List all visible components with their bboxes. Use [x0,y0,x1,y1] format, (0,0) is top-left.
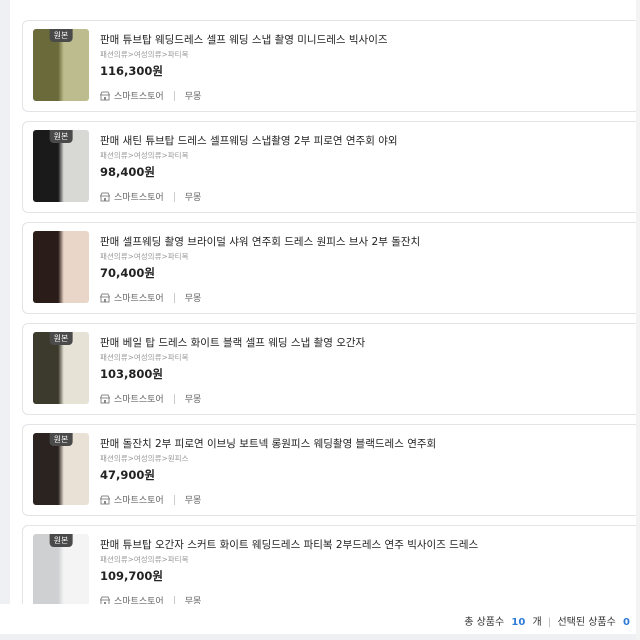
store-info: 스마트스토어 무몽 [100,89,201,102]
product-title[interactable]: 판매 베일 탑 드레스 화이트 블랙 셀프 웨딩 스냅 촬영 오간자 [100,335,365,350]
store-icon [100,91,110,100]
shipping-info: 무몽 [184,294,202,304]
product-thumbnail[interactable]: 원본 [33,534,89,606]
product-thumbnail[interactable]: 원본 [33,130,89,202]
store-info: 스마트스토어 무몽 [100,190,201,203]
original-badge: 원본 [49,433,73,446]
scrollbar[interactable] [636,0,640,640]
product-category: 패션의류>여성의류>원피스 [100,454,189,463]
product-title[interactable]: 판매 튜브탑 웨딩드레스 셀프 웨딩 스냅 촬영 미니드레스 빅사이즈 [100,32,388,47]
product-panel: 원본 판매 튜브탑 웨딩드레스 셀프 웨딩 스냅 촬영 미니드레스 빅사이즈 패… [10,0,640,628]
store-icon [100,394,110,403]
store-info: 스마트스토어 무몽 [100,493,201,506]
product-title[interactable]: 판매 새틴 튜브탑 드레스 셀프웨딩 스냅촬영 2부 피로연 연주회 야외 [100,133,398,148]
product-card[interactable]: 원본 판매 베일 탑 드레스 화이트 블랙 셀프 웨딩 스냅 촬영 오간자 패션… [22,323,640,415]
shipping-info: 무몽 [184,193,202,203]
product-thumbnail[interactable]: 원본 [33,29,89,101]
store-info: 스마트스토어 무몽 [100,291,201,304]
store-name: 스마트스토어 [114,294,164,304]
store-name: 스마트스토어 [114,92,164,102]
product-title[interactable]: 판매 튜브탑 오간자 스커트 화이트 웨딩드레스 파티복 2부드레스 연주 빅사… [100,537,478,552]
product-price: 109,700원 [100,569,163,583]
product-title[interactable]: 판매 셀프웨딩 촬영 브라이덜 샤워 연주회 드레스 원피스 브사 2부 돌잔치 [100,234,420,249]
product-card[interactable]: 원본 판매 튜브탑 웨딩드레스 셀프 웨딩 스냅 촬영 미니드레스 빅사이즈 패… [22,20,640,112]
original-badge: 원본 [49,534,73,547]
product-category: 패션의류>여성의류>파티복 [100,50,189,59]
selected-count: 0 [623,617,630,628]
product-thumbnail[interactable] [33,231,89,303]
store-icon [100,293,110,302]
total-count: 10 [511,617,526,628]
store-divider [173,292,175,303]
total-label: 총 상품수 [464,617,505,628]
product-card[interactable]: 원본 판매 새틴 튜브탑 드레스 셀프웨딩 스냅촬영 2부 피로연 연주회 야외… [22,121,640,213]
store-name: 스마트스토어 [114,193,164,203]
product-thumbnail[interactable]: 원본 [33,332,89,404]
product-thumbnail[interactable]: 원본 [33,433,89,505]
product-price: 103,800원 [100,367,163,381]
shipping-info: 무몽 [184,496,202,506]
product-price: 70,400원 [100,266,155,280]
footer-divider: | [547,617,552,628]
store-divider [173,494,175,505]
product-category: 패션의류>여성의류>파티복 [100,555,189,564]
product-title[interactable]: 판매 돌잔치 2부 피로연 이브닝 보트넥 롱원피스 웨딩촬영 블랙드레스 연주… [100,436,436,451]
product-category: 패션의류>여성의류>파티복 [100,252,189,261]
product-price: 98,400원 [100,165,155,179]
store-divider [173,191,175,202]
product-card[interactable]: 원본 판매 돌잔치 2부 피로연 이브닝 보트넥 롱원피스 웨딩촬영 블랙드레스… [22,424,640,516]
store-icon [100,192,110,201]
original-badge: 원본 [49,29,73,42]
store-info: 스마트스토어 무몽 [100,392,201,405]
product-price: 116,300원 [100,64,163,78]
product-card[interactable]: 판매 셀프웨딩 촬영 브라이덜 샤워 연주회 드레스 원피스 브사 2부 돌잔치… [22,222,640,314]
store-divider [173,90,175,101]
product-category: 패션의류>여성의류>파티복 [100,151,189,160]
footer-summary: 총 상품수 10 개 | 선택된 상품수 0 [464,613,630,628]
footer-bar: 총 상품수 10 개 | 선택된 상품수 0 [0,604,640,634]
shipping-info: 무몽 [184,92,202,102]
store-divider [173,393,175,404]
product-category: 패션의류>여성의류>파티복 [100,353,189,362]
original-badge: 원본 [49,332,73,345]
total-unit: 개 [532,617,542,628]
product-price: 47,900원 [100,468,155,482]
original-badge: 원본 [49,130,73,143]
store-name: 스마트스토어 [114,496,164,506]
selected-label: 선택된 상품수 [557,617,616,628]
store-name: 스마트스토어 [114,395,164,405]
dress-image [33,231,89,303]
store-icon [100,495,110,504]
shipping-info: 무몽 [184,395,202,405]
